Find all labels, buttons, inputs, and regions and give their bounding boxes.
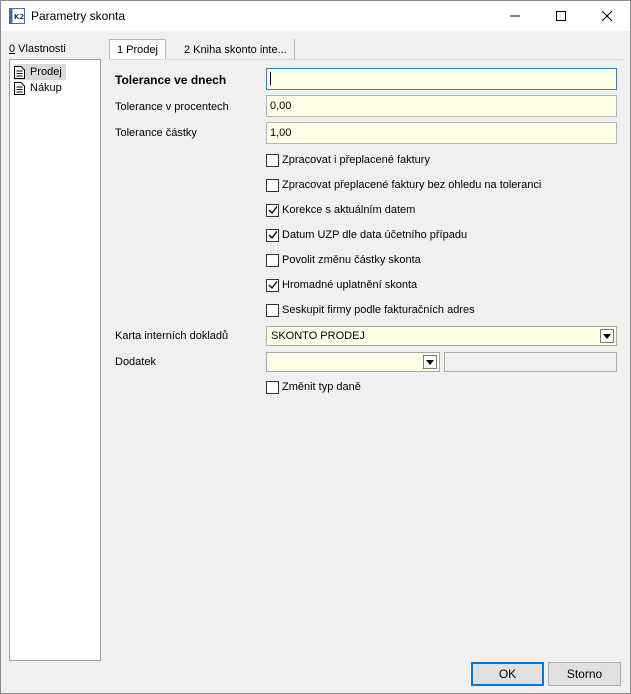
addendum-select[interactable]: [266, 352, 440, 372]
maximize-button[interactable]: [538, 1, 584, 31]
checkbox-box[interactable]: [266, 203, 279, 217]
checkbox-overpaid-ignore-tolerance[interactable]: Zpracovat přeplacené faktury bez ohledu …: [266, 178, 541, 192]
svg-text:K2: K2: [14, 13, 24, 21]
window-title: Parametry skonta: [31, 9, 126, 23]
tree-item-nakup[interactable]: Nákup: [14, 80, 66, 96]
close-icon: [601, 10, 613, 22]
properties-tree[interactable]: Prodej Nákup: [9, 59, 101, 661]
minimize-button[interactable]: [492, 1, 538, 31]
checkbox-uzp-date[interactable]: Datum UZP dle data účetního případu: [266, 228, 467, 242]
cancel-button[interactable]: Storno: [548, 662, 621, 686]
tab-kniha-skonto[interactable]: 2 Kniha skonto inte...: [177, 39, 295, 60]
checkmark-icon: [268, 281, 278, 290]
checkbox-label: Povolit změnu částky skonta: [282, 254, 421, 266]
internal-docs-select[interactable]: SKONTO PRODEJ: [266, 326, 617, 346]
addendum-dropdown-button[interactable]: [423, 355, 437, 369]
chevron-down-icon: [603, 333, 611, 339]
checkbox-box[interactable]: [266, 303, 279, 317]
tolerance-amount-label: Tolerance částky: [115, 127, 197, 139]
checkbox-box[interactable]: [266, 153, 279, 167]
tree-item-prodej[interactable]: Prodej: [14, 64, 66, 80]
tolerance-amount-input[interactable]: 1,00: [266, 122, 617, 144]
internal-docs-label: Karta interních dokladů: [115, 330, 229, 342]
chevron-down-icon: [426, 359, 434, 365]
checkbox-label: Datum UZP dle data účetního případu: [282, 229, 468, 241]
text-caret: [270, 71, 271, 85]
k2-app-icon: K2: [9, 8, 25, 24]
checkmark-icon: [268, 231, 278, 240]
title-bar: K2 Parametry skonta: [1, 1, 630, 31]
checkbox-label: Změnit typ daně: [282, 381, 361, 393]
checkbox-change-tax-type[interactable]: Změnit typ daně: [266, 380, 361, 394]
checkbox-label: Zpracovat i přeplacené faktury: [282, 154, 430, 166]
tolerance-percent-label: Tolerance v procentech: [115, 101, 229, 113]
tree-item-label: Nákup: [30, 82, 62, 94]
checkmark-icon: [268, 206, 278, 215]
checkbox-box[interactable]: [266, 278, 279, 292]
checkbox-box[interactable]: [266, 178, 279, 192]
addendum-label: Dodatek: [115, 356, 156, 368]
addendum-description-field: [444, 352, 617, 372]
checkbox-label: Korekce s aktuálním datem: [282, 204, 416, 216]
document-icon: [14, 81, 25, 95]
internal-docs-value: SKONTO PRODEJ: [271, 330, 365, 342]
tolerance-days-input[interactable]: [266, 68, 617, 90]
checkbox-allow-amount-change[interactable]: Povolit změnu částky skonta: [266, 253, 421, 267]
internal-docs-dropdown-button[interactable]: [600, 329, 614, 343]
maximize-icon: [556, 11, 566, 21]
checkbox-label: Zpracovat přeplacené faktury bez ohledu …: [282, 179, 542, 191]
document-icon: [14, 65, 25, 79]
tab-prodej[interactable]: 1 Prodej: [109, 39, 166, 60]
checkbox-label: Seskupit firmy podle fakturačních adres: [282, 304, 475, 316]
minimize-icon: [510, 15, 520, 17]
properties-header-text: Vlastnosti: [15, 43, 66, 55]
checkbox-bulk-discount[interactable]: Hromadné uplatnění skonta: [266, 278, 417, 292]
checkbox-correction-current-date[interactable]: Korekce s aktuálním datem: [266, 203, 415, 217]
checkbox-box[interactable]: [266, 380, 279, 394]
close-button[interactable]: [584, 1, 630, 31]
dialog-window: K2 Parametry skonta 0 Vlastnosti Prodej: [0, 0, 631, 694]
ok-button[interactable]: OK: [471, 662, 544, 686]
properties-header: 0 Vlastnosti: [9, 43, 66, 55]
checkbox-group-by-billing-address[interactable]: Seskupit firmy podle fakturačních adres: [266, 303, 475, 317]
checkbox-overpaid-invoices[interactable]: Zpracovat i přeplacené faktury: [266, 153, 430, 167]
checkbox-box[interactable]: [266, 253, 279, 267]
checkbox-box[interactable]: [266, 228, 279, 242]
tolerance-days-label: Tolerance ve dnech: [115, 73, 227, 87]
tolerance-percent-input[interactable]: 0,00: [266, 95, 617, 117]
checkbox-label: Hromadné uplatnění skonta: [282, 279, 418, 291]
tab-divider: [109, 59, 623, 60]
tree-item-label: Prodej: [30, 66, 62, 78]
